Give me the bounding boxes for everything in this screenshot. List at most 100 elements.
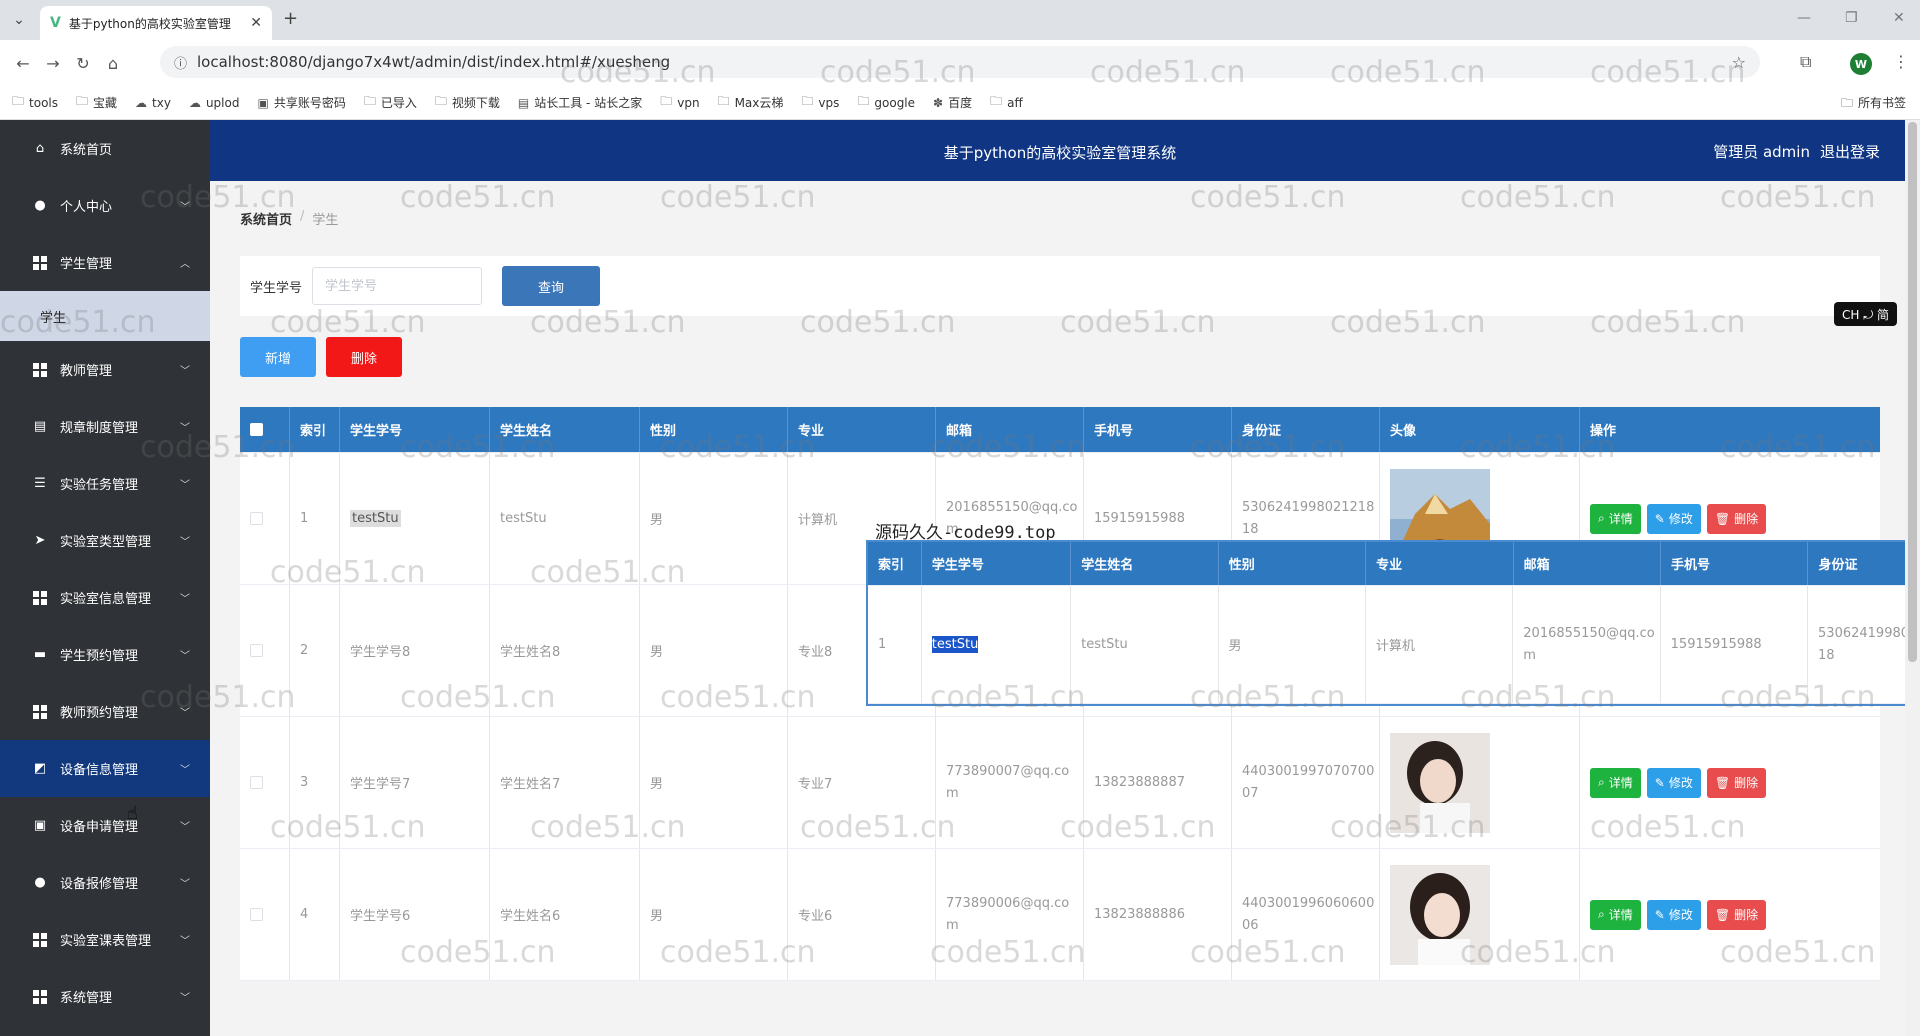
row-select-cell — [240, 585, 290, 716]
back-icon[interactable]: ← — [8, 54, 38, 73]
sidebar-item-home[interactable]: ⌂ 系统首页 — [0, 120, 210, 177]
edit-button[interactable]: ✎ 修改 — [1646, 767, 1701, 798]
edit-button[interactable]: ✎ 修改 — [1646, 503, 1701, 534]
cell-avatar — [1380, 849, 1580, 980]
restore-icon[interactable]: ❐ — [1845, 10, 1858, 26]
sidebar-item-teachers[interactable]: 教师管理 ﹀ — [0, 341, 210, 398]
delete-button[interactable]: 删除 — [326, 337, 402, 377]
edit-button[interactable]: ✎ 修改 — [1646, 899, 1701, 930]
bookmark-star-icon[interactable]: ☆ — [1732, 53, 1746, 72]
folder-icon: 🗀 — [12, 94, 25, 108]
sidebar-item-equipment-apply[interactable]: ▣ 设备申请管理 ﹀ — [0, 797, 210, 854]
bookmark-item[interactable]: 🗀 Max云梯 — [718, 92, 784, 113]
all-bookmarks[interactable]: 🗀 所有书签 — [1841, 94, 1906, 115]
bookmark-item[interactable]: ☁ uplod — [189, 96, 240, 110]
new-tab-icon[interactable]: + — [283, 8, 298, 29]
col-header[interactable]: 学生姓名 — [490, 407, 640, 452]
logout-link[interactable]: 退出登录 — [1820, 141, 1880, 162]
bookmark-item[interactable]: 🗀 vpn — [660, 92, 699, 113]
sidebar-item-equipment[interactable]: ◩ 设备信息管理 ﹀ — [0, 740, 210, 797]
tab-close-icon[interactable]: ✕ — [250, 15, 262, 31]
extensions-icon[interactable]: ⧉ — [1800, 52, 1811, 72]
remove-button[interactable]: 🗑 删除 — [1706, 899, 1767, 930]
sidebar-item-rules[interactable]: ▤ 规章制度管理 ﹀ — [0, 398, 210, 455]
sidebar-item-lab-types[interactable]: ➤ 实验室类型管理 ﹀ — [0, 512, 210, 569]
sidebar-item-tasks[interactable]: ☰ 实验任务管理 ﹀ — [0, 455, 210, 512]
home-icon: ⌂ — [35, 141, 45, 156]
bookmark-item[interactable]: ▤ 站长工具 - 站长之家 — [518, 94, 642, 111]
cell-gender: 男 — [640, 849, 788, 980]
col-header[interactable]: 专业 — [788, 407, 936, 452]
folder-icon: 🗀 — [1840, 96, 1853, 110]
chevron-up-icon: ︿ — [180, 259, 190, 270]
col-header[interactable]: 索引 — [290, 407, 340, 452]
bookmark-item[interactable]: ▣ 共享账号密码 — [257, 94, 345, 111]
minimize-icon[interactable]: — — [1797, 10, 1811, 26]
sidebar-item-lab-schedule[interactable]: 实验室课表管理 ﹀ — [0, 911, 210, 968]
sidebar-item-lab-info[interactable]: 实验室信息管理 ﹀ — [0, 569, 210, 626]
row-checkbox[interactable] — [250, 776, 263, 789]
row-checkbox[interactable] — [250, 512, 263, 525]
col-header[interactable]: 操作 — [1580, 407, 1880, 452]
sidebar-item-personal[interactable]: ● 个人中心 ﹀ — [0, 177, 210, 234]
scrollbar-thumb[interactable] — [1908, 122, 1917, 662]
row-checkbox[interactable] — [250, 644, 263, 657]
cell-major: 专业6 — [788, 849, 936, 980]
trash-icon: 🗑 — [1714, 511, 1731, 526]
bookmark-item[interactable]: 🗀 aff — [990, 92, 1023, 113]
sidebar-item-students[interactable]: 学生管理 ︿ — [0, 234, 210, 291]
search-label: 学生学号 — [250, 280, 303, 296]
submenu-item-student[interactable]: 学生 — [0, 291, 210, 341]
url-text[interactable]: localhost:8080/django7x4wt/admin/dist/in… — [197, 53, 670, 71]
search-input[interactable] — [312, 267, 483, 305]
bookmark-item[interactable]: ☁ txy — [135, 96, 171, 110]
bookmark-item[interactable]: 🗀 tools — [12, 92, 58, 113]
bookmark-item[interactable]: 🗀 vps — [801, 92, 839, 113]
sidebar-item-system[interactable]: 系统管理 ﹀ — [0, 968, 210, 1025]
sidebar-item-student-booking[interactable]: ▬ 学生预约管理 ﹀ — [0, 626, 210, 683]
home-browser-icon[interactable]: ⌂ — [98, 54, 128, 73]
cloud-icon: ☁ — [135, 95, 148, 110]
cell-idcard: 4403001996060600 06 — [1232, 849, 1380, 980]
page-scrollbar[interactable] — [1905, 120, 1920, 1036]
col-header[interactable]: 身份证 — [1232, 407, 1380, 452]
sidebar-item-teacher-booking[interactable]: 教师预约管理 ﹀ — [0, 683, 210, 740]
select-all-checkbox[interactable] — [250, 423, 263, 436]
address-bar[interactable]: ⓘ localhost:8080/django7x4wt/admin/dist/… — [160, 46, 1760, 78]
table-row: 4 学生学号6 学生姓名6 男 专业6 773890006@qq.co m 13… — [240, 849, 1880, 981]
col-header[interactable]: 学生学号 — [340, 407, 490, 452]
remove-button[interactable]: 🗑 删除 — [1706, 767, 1767, 798]
browser-tab-active[interactable]: V 基于python的高校实验室管理 ✕ — [40, 6, 272, 40]
view-button[interactable]: ⌕ 详情 — [1590, 767, 1641, 798]
avatar-portrait-image — [1390, 732, 1490, 833]
folder-icon: 🗀 — [717, 94, 730, 108]
col-header[interactable]: 性别 — [640, 407, 788, 452]
bookmark-item[interactable]: 🗀 宝藏 — [76, 92, 117, 113]
row-checkbox[interactable] — [250, 908, 263, 921]
tab-search-icon[interactable]: ⌄ — [6, 8, 32, 32]
chevron-down-icon: ﹀ — [180, 651, 190, 662]
reload-icon[interactable]: ↻ — [68, 54, 98, 73]
view-button[interactable]: ⌕ 详情 — [1590, 899, 1641, 930]
site-info-icon[interactable]: ⓘ — [174, 53, 187, 72]
bookmark-item[interactable]: 🗀 已导入 — [364, 92, 417, 113]
bookmark-item[interactable]: 🗀 google — [857, 92, 915, 113]
folder-icon: 🗀 — [660, 94, 673, 108]
forward-icon[interactable]: → — [38, 54, 68, 73]
breadcrumb-home[interactable]: 系统首页 — [240, 209, 292, 228]
sidebar-item-equipment-repair[interactable]: ● 设备报修管理 ﹀ — [0, 854, 210, 911]
window-close-icon[interactable]: ✕ — [1893, 10, 1905, 26]
ime-indicator[interactable]: CH ⤾ 简 — [1834, 302, 1898, 326]
bookmark-item[interactable]: ✽ 百度 — [933, 94, 972, 111]
bookmark-item[interactable]: 🗀 视频下载 — [435, 92, 500, 113]
profile-avatar[interactable]: W — [1850, 53, 1872, 75]
col-header[interactable]: 头像 — [1380, 407, 1580, 452]
remove-button[interactable]: 🗑 删除 — [1706, 503, 1767, 534]
cell-major: 专业7 — [788, 717, 936, 848]
search-button[interactable]: 查询 — [502, 266, 601, 306]
col-header[interactable]: 邮箱 — [936, 407, 1084, 452]
view-button[interactable]: ⌕ 详情 — [1590, 503, 1641, 534]
add-button[interactable]: 新增 — [240, 337, 316, 377]
browser-menu-icon[interactable]: ⋮ — [1893, 52, 1909, 71]
col-header[interactable]: 手机号 — [1084, 407, 1232, 452]
